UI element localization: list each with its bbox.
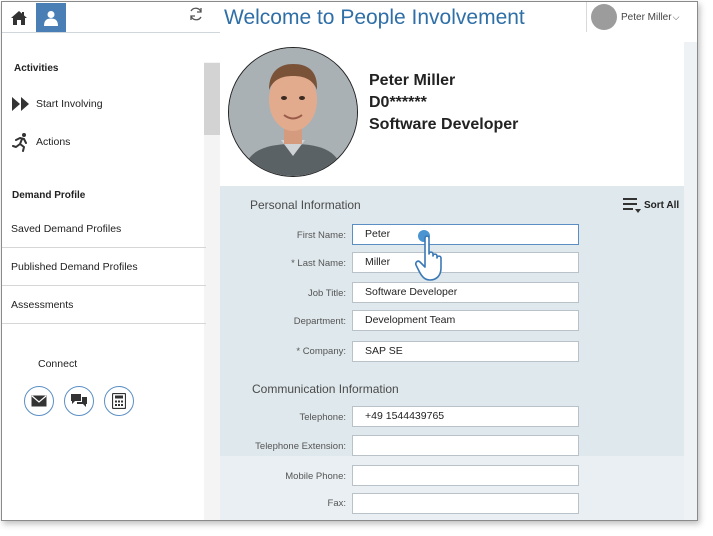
user-menu-name: Peter Miller — [621, 11, 672, 23]
sidebar-item-start-involving[interactable]: Start Involving — [10, 94, 103, 114]
sidebar-item-assessments[interactable]: Assessments — [2, 286, 206, 324]
content-right-gutter — [684, 42, 697, 520]
department-label: Department: — [293, 316, 346, 327]
sidebar-item-label: Actions — [36, 136, 71, 148]
profile-name: Peter Miller — [369, 72, 456, 89]
chat-button[interactable] — [64, 386, 94, 416]
sidebar-scrollbar-thumb[interactable] — [204, 63, 220, 135]
company-field[interactable]: SAP SE — [352, 341, 579, 362]
profile-tab[interactable] — [36, 3, 66, 32]
job-title-field[interactable]: Software Developer — [352, 282, 579, 303]
connect-label: Connect — [38, 358, 78, 370]
sidebar-item-label: Start Involving — [36, 98, 103, 110]
activities-heading: Activities — [14, 63, 59, 74]
profile-id: D0****** — [369, 94, 427, 111]
phone-button[interactable] — [104, 386, 134, 416]
running-person-icon — [10, 132, 32, 152]
profile-role: Software Developer — [369, 116, 519, 133]
first-name-field[interactable]: Peter — [352, 224, 579, 245]
email-button[interactable] — [24, 386, 54, 416]
department-field[interactable]: Development Team — [352, 310, 579, 331]
fast-forward-icon — [10, 94, 32, 114]
sidebar-item-published-demand-profiles[interactable]: Published Demand Profiles — [2, 248, 206, 286]
phone-icon — [112, 393, 126, 409]
mobile-phone-label: Mobile Phone: — [285, 471, 346, 482]
telephone-field[interactable]: +49 1544439765 — [352, 406, 579, 427]
fax-label: Fax: — [327, 498, 346, 509]
page-title: Welcome to People Involvement — [224, 6, 525, 29]
sort-icon — [623, 198, 641, 213]
sort-all-button[interactable]: Sort All — [622, 195, 679, 215]
last-name-label: * Last Name: — [291, 258, 346, 269]
fax-field[interactable] — [352, 493, 579, 514]
sort-all-label: Sort All — [644, 199, 680, 211]
last-name-field[interactable]: Miller — [352, 252, 579, 273]
personal-information-heading: Personal Information — [250, 198, 361, 212]
company-label: * Company: — [296, 346, 346, 357]
home-icon — [11, 11, 27, 25]
avatar — [591, 4, 617, 30]
communication-information-heading: Communication Information — [252, 382, 399, 396]
home-button[interactable] — [4, 4, 34, 32]
telephone-extension-label: Telephone Extension: — [255, 441, 346, 452]
profile-photo — [228, 47, 358, 177]
telephone-extension-field[interactable] — [352, 435, 579, 456]
telephone-label: Telephone: — [299, 412, 346, 423]
chevron-down-icon: ⌵ — [672, 11, 680, 22]
user-menu[interactable]: Peter Miller ⌵ — [586, 2, 697, 32]
user-icon — [44, 10, 58, 26]
sidebar-item-saved-demand-profiles[interactable]: Saved Demand Profiles — [2, 210, 206, 248]
job-title-label: Job Title: — [307, 288, 346, 299]
refresh-button[interactable] — [188, 6, 208, 26]
mail-icon — [31, 395, 47, 407]
hand-pointer-icon — [415, 235, 442, 281]
chat-icon — [71, 394, 87, 407]
refresh-icon — [190, 7, 202, 21]
sidebar-item-actions[interactable]: Actions — [10, 132, 70, 152]
mobile-phone-field[interactable] — [352, 465, 579, 486]
demand-profile-heading: Demand Profile — [12, 190, 86, 201]
first-name-label: First Name: — [296, 230, 346, 241]
app-window: Welcome to People Involvement Peter Mill… — [1, 1, 698, 521]
